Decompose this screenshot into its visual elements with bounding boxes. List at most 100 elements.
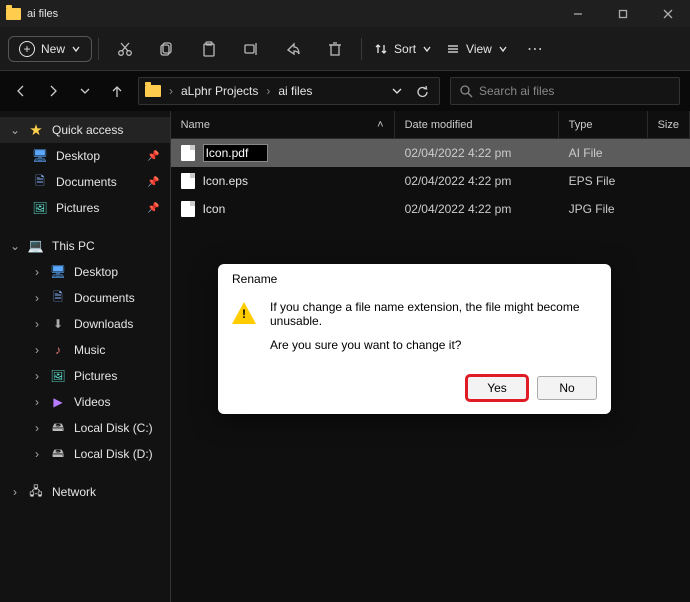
- sidebar-item-pc-pictures[interactable]: › 🖼 Pictures: [0, 363, 170, 389]
- no-button[interactable]: No: [537, 376, 597, 400]
- sidebar-item-pc-desktop[interactable]: › 🖥 Desktop: [0, 259, 170, 285]
- chevron-right-icon: ›: [32, 291, 42, 305]
- sidebar-item-disk-c[interactable]: › 🖴 Local Disk (C:): [0, 415, 170, 441]
- breadcrumb-seg[interactable]: aLphr Projects: [181, 84, 258, 98]
- column-label: Type: [569, 119, 593, 131]
- search-input[interactable]: Search ai files: [450, 77, 680, 105]
- chevron-right-icon: ›: [32, 395, 42, 409]
- sidebar-item-pc-downloads[interactable]: › ⬇ Downloads: [0, 311, 170, 337]
- file-name: Icon: [203, 202, 226, 216]
- more-button[interactable]: ⋯: [516, 34, 556, 64]
- documents-icon: 🗎: [32, 174, 48, 190]
- sidebar-item-documents[interactable]: 🗎 Documents 📌: [0, 169, 170, 195]
- pictures-icon: 🖼: [50, 368, 66, 384]
- minimize-button[interactable]: [555, 0, 600, 27]
- sidebar-item-label: Documents: [56, 175, 117, 189]
- file-date: 02/04/2022 4:22 pm: [395, 146, 559, 160]
- search-placeholder: Search ai files: [479, 84, 554, 98]
- sidebar-item-label: Documents: [74, 291, 135, 305]
- sort-label: Sort: [394, 42, 416, 56]
- column-size[interactable]: Size: [648, 111, 690, 138]
- refresh-button[interactable]: [411, 80, 433, 102]
- delete-button[interactable]: [315, 34, 355, 64]
- chevron-down-icon: [422, 44, 432, 54]
- yes-button[interactable]: Yes: [467, 376, 527, 400]
- cut-button[interactable]: [105, 34, 145, 64]
- chevron-down-icon[interactable]: [391, 85, 403, 97]
- sidebar-item-label: Network: [52, 485, 96, 499]
- chevron-right-icon: ›: [32, 343, 42, 357]
- share-button[interactable]: [273, 34, 313, 64]
- file-icon: [181, 201, 195, 217]
- column-name[interactable]: Name ˄: [171, 111, 395, 138]
- chevron-right-icon: ›: [32, 317, 42, 331]
- toolbar: + New Sort View: [0, 27, 690, 71]
- warning-icon: [232, 302, 256, 324]
- file-date: 02/04/2022 4:22 pm: [395, 174, 559, 188]
- column-date[interactable]: Date modified: [395, 111, 559, 138]
- sidebar-item-label: Desktop: [74, 265, 118, 279]
- file-icon: [181, 145, 195, 161]
- file-row[interactable]: Icon 02/04/2022 4:22 pm JPG File: [171, 195, 690, 223]
- sidebar-item-pc-music[interactable]: › ♪ Music: [0, 337, 170, 363]
- rename-button[interactable]: [231, 34, 271, 64]
- sidebar-item-label: This PC: [52, 239, 95, 253]
- pictures-icon: 🖼: [32, 200, 48, 216]
- toolbar-divider: [98, 38, 99, 60]
- paste-button[interactable]: [189, 34, 229, 64]
- search-icon: [459, 84, 473, 98]
- maximize-button[interactable]: [600, 0, 645, 27]
- chevron-down-icon: [71, 44, 81, 54]
- sidebar-item-pc-documents[interactable]: › 🗎 Documents: [0, 285, 170, 311]
- sidebar-item-desktop[interactable]: 🖥 Desktop 📌: [0, 143, 170, 169]
- pin-icon: 📌: [147, 151, 159, 162]
- disk-icon: 🖴: [50, 446, 66, 462]
- copy-button[interactable]: [147, 34, 187, 64]
- sidebar-item-disk-d[interactable]: › 🖴 Local Disk (D:): [0, 441, 170, 467]
- folder-icon: [6, 8, 21, 20]
- sidebar-item-label: Local Disk (C:): [74, 421, 153, 435]
- new-button[interactable]: + New: [8, 36, 92, 62]
- column-label: Date modified: [405, 119, 473, 131]
- disk-icon: 🖴: [50, 420, 66, 436]
- breadcrumb-sep: ›: [266, 84, 270, 98]
- dialog-message-2: Are you sure you want to change it?: [270, 338, 597, 352]
- back-button[interactable]: [10, 80, 32, 102]
- view-button[interactable]: View: [440, 42, 514, 56]
- sidebar-item-pc-videos[interactable]: › ▶ Videos: [0, 389, 170, 415]
- file-date: 02/04/2022 4:22 pm: [395, 202, 559, 216]
- sort-button[interactable]: Sort: [368, 42, 438, 56]
- sidebar: ⌄ ★ Quick access 🖥 Desktop 📌 🗎 Documents…: [0, 111, 171, 602]
- sidebar-item-quick-access[interactable]: ⌄ ★ Quick access: [0, 117, 170, 143]
- folder-icon: [145, 85, 161, 97]
- chevron-down-icon: ⌄: [10, 123, 20, 137]
- sort-icon: [374, 42, 388, 56]
- sidebar-item-label: Downloads: [74, 317, 133, 331]
- file-row[interactable]: 02/04/2022 4:22 pm AI File: [171, 139, 690, 167]
- up-button[interactable]: [106, 80, 128, 102]
- column-label: Name: [181, 119, 210, 131]
- breadcrumb-seg[interactable]: ai files: [278, 84, 312, 98]
- recent-button[interactable]: [74, 80, 96, 102]
- breadcrumb-sep: ›: [169, 84, 173, 98]
- music-icon: ♪: [50, 342, 66, 358]
- chevron-right-icon: ›: [10, 485, 20, 499]
- pc-icon: 💻: [28, 238, 44, 254]
- sidebar-item-label: Pictures: [74, 369, 117, 383]
- sort-indicator-icon: ˄: [377, 119, 383, 131]
- titlebar: ai files: [0, 0, 690, 27]
- forward-button[interactable]: [42, 80, 64, 102]
- rename-input[interactable]: [203, 144, 268, 162]
- sidebar-item-network[interactable]: › 🖧 Network: [0, 479, 170, 505]
- close-button[interactable]: [645, 0, 690, 27]
- desktop-icon: 🖥: [32, 148, 48, 164]
- sidebar-item-this-pc[interactable]: ⌄ 💻 This PC: [0, 233, 170, 259]
- sidebar-item-pictures[interactable]: 🖼 Pictures 📌: [0, 195, 170, 221]
- file-type: AI File: [559, 146, 648, 160]
- view-icon: [446, 42, 460, 56]
- file-type: EPS File: [559, 174, 648, 188]
- dialog-message-1: If you change a file name extension, the…: [270, 300, 597, 328]
- file-row[interactable]: Icon.eps 02/04/2022 4:22 pm EPS File: [171, 167, 690, 195]
- breadcrumb[interactable]: › aLphr Projects › ai files: [138, 77, 440, 105]
- column-type[interactable]: Type: [559, 111, 648, 138]
